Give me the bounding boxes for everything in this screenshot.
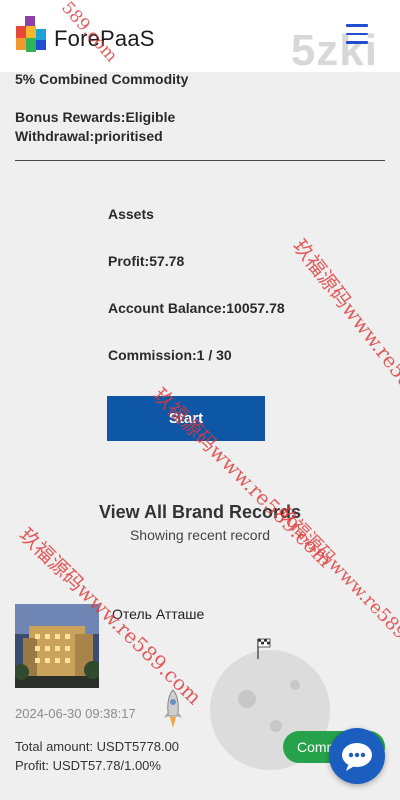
divider bbox=[15, 160, 385, 161]
withdrawal-text: Withdrawal:prioritised bbox=[15, 128, 163, 144]
profit-value: Profit:57.78 bbox=[108, 253, 185, 269]
records-subtitle: Showing recent record bbox=[129, 527, 271, 543]
hamburger-icon[interactable] bbox=[346, 24, 368, 44]
commodity-text: 5% Combined Commodity bbox=[15, 71, 189, 87]
assets-heading: Assets bbox=[108, 206, 154, 222]
logo-text: ForePaaS bbox=[54, 26, 155, 51]
hotel-image bbox=[15, 604, 99, 688]
records-title: View All Brand Records bbox=[98, 502, 302, 522]
flag-icon bbox=[257, 638, 271, 659]
chat-bubble-icon bbox=[342, 743, 372, 771]
chat-button[interactable] bbox=[329, 728, 385, 784]
commission-value: Commission:1 / 30 bbox=[108, 347, 232, 363]
hotel-name: Отель Атташе bbox=[112, 606, 205, 622]
start-button[interactable]: Start bbox=[107, 396, 265, 441]
top-header: ForePaaS 5zki bbox=[0, 0, 400, 75]
record-total-amount: Total amount: USDT5778.00 bbox=[15, 739, 180, 754]
record-timestamp: 2024-06-30 09:38:17 bbox=[15, 706, 136, 721]
bonus-rewards-text: Bonus Rewards:Eligible bbox=[15, 109, 176, 125]
logo-icon bbox=[16, 16, 46, 52]
watermark-text: 玖福源码www.re589.com bbox=[287, 234, 400, 442]
rocket-icon bbox=[164, 689, 182, 728]
account-balance-value: Account Balance:10057.78 bbox=[108, 300, 285, 316]
record-profit: Profit: USDT57.78/1.00% bbox=[15, 758, 161, 773]
